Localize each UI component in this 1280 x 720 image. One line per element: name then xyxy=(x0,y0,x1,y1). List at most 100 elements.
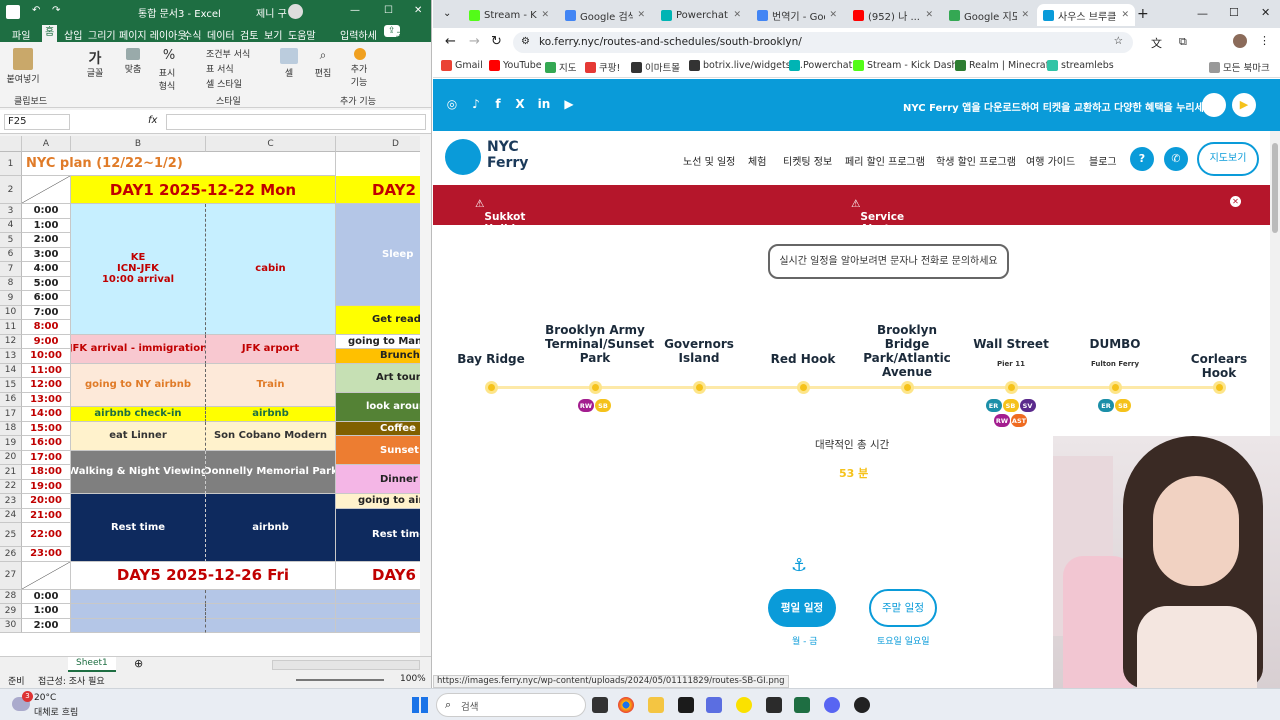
tab-draw[interactable]: 그리기 xyxy=(88,27,116,42)
row-header[interactable]: 15 xyxy=(0,378,22,393)
row-header[interactable]: 1 xyxy=(0,152,22,176)
browser-tab[interactable]: Google 검색 ✕ xyxy=(559,4,651,26)
weekday-schedule-button[interactable]: 평일 일정 xyxy=(768,589,836,627)
bookmark-item[interactable]: Powerchat xyxy=(789,60,852,71)
time-cell[interactable]: 6:00 xyxy=(22,291,71,306)
route-badge[interactable]: SB xyxy=(1002,399,1019,412)
day5-header[interactable]: DAY5 2025-12-26 Fri xyxy=(71,561,336,590)
stop-dot[interactable] xyxy=(588,381,602,394)
nav-blog[interactable]: 블로그 xyxy=(1089,153,1117,168)
empty-cell[interactable] xyxy=(206,618,336,633)
park-cell[interactable]: Donnelly Memorial Park xyxy=(206,450,336,494)
jfk-airport-cell[interactable]: JFK arport xyxy=(206,334,336,364)
formula-input[interactable] xyxy=(166,114,426,130)
redo-icon[interactable]: ↷ xyxy=(52,5,60,16)
airbnb-night-cell[interactable]: airbnb xyxy=(206,494,336,562)
row-header[interactable]: 29 xyxy=(0,604,22,619)
route-badge[interactable]: RW xyxy=(994,414,1010,427)
linkedin-icon[interactable]: in xyxy=(537,97,551,111)
row-header[interactable]: 22 xyxy=(0,479,22,494)
stop-name[interactable]: Wall Street xyxy=(966,337,1056,351)
brunch-cell[interactable]: Brunch xyxy=(336,349,420,364)
spreadsheet-grid[interactable]: A B C D 1 2 3 4 5 6 7 8 9 10 11 12 13 14 15 16 17 18 19 20 2… xyxy=(0,136,420,656)
stop-dot[interactable] xyxy=(796,381,810,394)
time-cell[interactable]: 18:00 xyxy=(22,465,71,480)
alert-1[interactable]: ⚠ Sukkot Holiday Schedule in Operation 1… xyxy=(475,198,551,295)
time-cell[interactable]: 22:00 xyxy=(22,523,71,547)
tab-tell-me[interactable]: 입력하세 xyxy=(340,27,377,42)
cobano-cell[interactable]: Son Cobano Modern xyxy=(206,421,336,451)
weather-desc[interactable]: 대체로 흐림 xyxy=(34,705,78,718)
nav-routes[interactable]: 노선 및 일정 xyxy=(683,153,735,168)
horizontal-scrollbar[interactable] xyxy=(272,660,420,670)
row-header[interactable]: 30 xyxy=(0,618,22,633)
stop-name[interactable]: Red Hook xyxy=(758,352,848,366)
taskview-icon[interactable] xyxy=(592,697,608,713)
reload-icon[interactable]: ↻ xyxy=(491,34,502,49)
terminal-icon[interactable] xyxy=(766,697,782,713)
time-cell[interactable]: 0:00 xyxy=(22,204,71,219)
art-cell[interactable]: Art tour xyxy=(336,363,420,393)
browser-tab[interactable]: Stream - Kick ✕ xyxy=(463,4,555,26)
weather-temp[interactable]: 20°C xyxy=(34,693,56,703)
row-header[interactable]: 17 xyxy=(0,407,22,422)
bookmark-item[interactable]: Stream - Kick Dash... xyxy=(853,60,967,71)
close-icon[interactable]: ✕ xyxy=(414,5,422,16)
fx-icon[interactable]: fx xyxy=(148,115,157,126)
youtube-icon[interactable]: ▶ xyxy=(561,97,577,111)
paste-button[interactable]: 붙여넣기 xyxy=(6,48,40,85)
google-play-icon[interactable]: ▶ xyxy=(1232,93,1256,117)
row-header[interactable]: 23 xyxy=(0,494,22,509)
bookmark-item[interactable]: Realm | Minecraft xyxy=(955,60,1053,71)
time-cell[interactable]: 16:00 xyxy=(22,436,71,451)
tab-close-icon[interactable]: ✕ xyxy=(829,10,837,20)
profile-avatar[interactable] xyxy=(1233,34,1247,48)
empty-cell[interactable] xyxy=(206,604,336,619)
row-header[interactable]: 13 xyxy=(0,349,22,364)
tab-close-icon[interactable]: ✕ xyxy=(1121,10,1129,20)
time-cell[interactable]: 2:00 xyxy=(22,233,71,248)
time-cell[interactable]: 10:00 xyxy=(22,349,71,364)
stop-dot[interactable] xyxy=(692,381,706,394)
row-header[interactable]: 2 xyxy=(0,176,22,204)
time-cell[interactable]: 5:00 xyxy=(22,276,71,291)
nyc-ferry-logo[interactable]: NYC Ferry xyxy=(445,137,535,177)
cabin-cell[interactable]: cabin xyxy=(206,204,336,335)
row-header[interactable]: 26 xyxy=(0,547,22,562)
day2-header[interactable]: DAY2 xyxy=(336,176,420,204)
tab-file[interactable]: 파일 xyxy=(12,27,30,42)
train-cell[interactable]: Train xyxy=(206,363,336,407)
route-badge[interactable]: SV xyxy=(1019,399,1036,412)
row-header[interactable]: 10 xyxy=(0,305,22,320)
nav-student[interactable]: 학생 할인 프로그램 xyxy=(936,153,1016,168)
chrome-minimize-icon[interactable]: — xyxy=(1197,7,1208,20)
look-around-cell[interactable]: look around xyxy=(336,392,420,422)
empty-cell[interactable] xyxy=(71,589,206,604)
time-cell[interactable]: 9:00 xyxy=(22,334,71,349)
row-header[interactable]: 9 xyxy=(0,291,22,306)
name-box[interactable]: F25 xyxy=(4,114,70,130)
time-cell[interactable]: 13:00 xyxy=(22,392,71,407)
tab-formulas[interactable]: 수식 xyxy=(183,27,201,42)
tab-insert[interactable]: 삽입 xyxy=(64,27,82,42)
time-cell[interactable]: 21:00 xyxy=(22,508,71,523)
time-cell[interactable]: 0:00 xyxy=(22,589,71,604)
help-button[interactable]: ? xyxy=(1130,147,1154,171)
row-header[interactable]: 7 xyxy=(0,262,22,277)
bookmark-item[interactable]: 쿠팡! xyxy=(585,60,620,74)
sleep-cell[interactable]: Sleep xyxy=(336,204,420,306)
column-header-a[interactable]: A xyxy=(22,136,71,152)
font-button[interactable]: 가 글꼴 xyxy=(80,48,110,79)
time-cell[interactable]: 1:00 xyxy=(22,218,71,233)
row-header[interactable]: 20 xyxy=(0,450,22,465)
diagonal-cell[interactable] xyxy=(22,176,71,204)
bookmark-item[interactable]: streamlebs xyxy=(1047,60,1114,71)
stop-dot[interactable] xyxy=(1108,381,1122,394)
bookmark-item[interactable]: 지도 xyxy=(545,60,576,74)
tab-close-icon[interactable]: ✕ xyxy=(1021,10,1029,20)
walking-cell[interactable]: Walking & Night Viewing xyxy=(71,450,206,494)
avatar[interactable] xyxy=(288,4,303,19)
tab-close-icon[interactable]: ✕ xyxy=(541,10,549,20)
time-cell[interactable]: 4:00 xyxy=(22,262,71,277)
column-header-b[interactable]: B xyxy=(71,136,206,152)
